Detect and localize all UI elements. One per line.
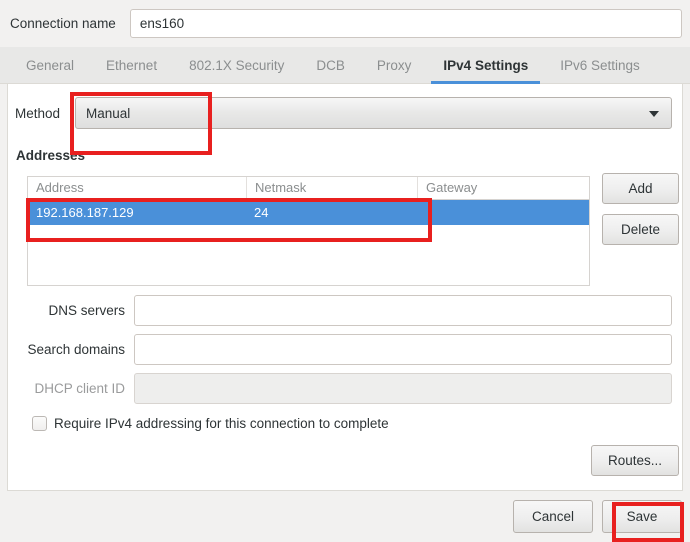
dns-servers-label: DNS servers [48, 303, 125, 318]
connection-name-label: Connection name [10, 16, 116, 31]
dhcp-client-id-input [134, 373, 672, 404]
method-label: Method [15, 105, 61, 121]
ipv4-settings-panel: Method Manual Addresses Address Netmask … [7, 84, 683, 491]
method-selected-value: Manual [86, 105, 131, 121]
search-domains-row: Search domains [8, 334, 672, 365]
search-domains-label: Search domains [27, 342, 125, 357]
routes-button[interactable]: Routes... [591, 445, 679, 476]
chevron-down-icon [649, 111, 659, 117]
method-row: Method Manual [15, 97, 672, 129]
connection-name-row: Connection name ens160 [0, 0, 690, 47]
cancel-button[interactable]: Cancel [513, 500, 593, 533]
dhcp-client-id-label: DHCP client ID [34, 381, 125, 396]
cell-address: 192.168.187.129 [36, 205, 134, 220]
tab-ipv6-settings[interactable]: IPv6 Settings [544, 50, 656, 84]
table-row[interactable]: 192.168.187.129 24 [28, 200, 589, 225]
require-ipv4-row[interactable]: Require IPv4 addressing for this connect… [32, 416, 389, 431]
addresses-section-title: Addresses [16, 148, 86, 163]
connection-name-value: ens160 [139, 16, 185, 31]
save-button[interactable]: Save [602, 500, 682, 533]
search-domains-input[interactable] [134, 334, 672, 365]
delete-address-button[interactable]: Delete [602, 214, 679, 245]
addresses-table[interactable]: Address Netmask Gateway 192.168.187.129 … [27, 176, 590, 286]
require-ipv4-checkbox[interactable] [32, 416, 47, 431]
connection-name-input[interactable]: ens160 [129, 9, 682, 38]
dns-servers-row: DNS servers [8, 295, 672, 326]
require-ipv4-label: Require IPv4 addressing for this connect… [54, 416, 389, 431]
settings-tab-bar: General Ethernet 802.1X Security DCB Pro… [0, 47, 690, 84]
column-header-gateway: Gateway [417, 177, 589, 199]
tab-ethernet[interactable]: Ethernet [90, 50, 173, 84]
add-address-button[interactable]: Add [602, 173, 679, 204]
dialog-footer: Cancel Save [0, 491, 690, 542]
column-header-netmask: Netmask [246, 177, 417, 199]
tab-8021x-security[interactable]: 802.1X Security [173, 50, 300, 84]
tab-ipv4-settings[interactable]: IPv4 Settings [427, 50, 544, 84]
tab-general[interactable]: General [10, 50, 90, 84]
dhcp-client-id-row: DHCP client ID [8, 373, 672, 404]
tab-dcb[interactable]: DCB [300, 50, 361, 84]
method-dropdown[interactable]: Manual [75, 97, 672, 129]
addresses-table-header: Address Netmask Gateway [28, 177, 589, 200]
column-header-address: Address [36, 180, 84, 195]
tab-proxy[interactable]: Proxy [361, 50, 428, 84]
dns-servers-input[interactable] [134, 295, 672, 326]
cell-netmask: 24 [254, 205, 269, 220]
